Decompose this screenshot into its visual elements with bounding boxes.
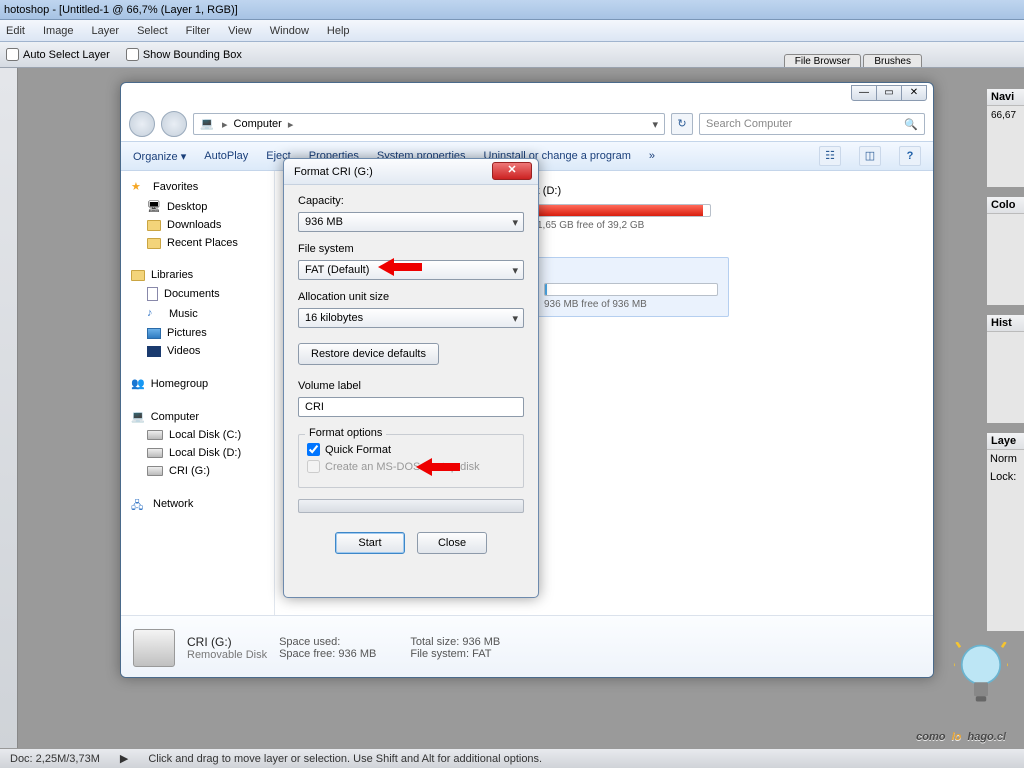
sidebar-downloads[interactable]: Downloads <box>131 216 274 234</box>
folder-icon <box>147 220 161 231</box>
menu-layer[interactable]: Layer <box>92 25 120 37</box>
format-options-title: Format options <box>305 427 386 439</box>
details-name: CRI (G:) <box>187 635 267 649</box>
maximize-button[interactable]: ▭ <box>876 85 902 101</box>
search-input[interactable]: Search Computer 🔍 <box>699 113 925 135</box>
menu-select[interactable]: Select <box>137 25 168 37</box>
close-button[interactable]: Close <box>417 532 487 554</box>
annotation-arrow-filesystem <box>378 258 422 276</box>
sidebar-desktop[interactable]: 🖥Desktop <box>131 197 274 216</box>
volume-label-input[interactable]: CRI <box>298 397 524 417</box>
sidebar-disk-d[interactable]: Local Disk (D:) <box>131 444 274 462</box>
sidebar-libraries[interactable]: Libraries <box>131 266 274 284</box>
preview-pane-button[interactable]: ◫ <box>859 146 881 166</box>
opt-autoselect[interactable]: Auto Select Layer <box>6 48 110 61</box>
close-button[interactable]: ✕ <box>901 85 927 101</box>
status-doc: Doc: 2,25M/3,73M <box>10 753 100 765</box>
format-dialog: Format CRI (G:) ✕ Capacity: 936 MB File … <box>283 158 539 598</box>
music-icon: ♪ <box>147 307 163 321</box>
refresh-button[interactable]: ↻ <box>671 113 693 135</box>
menu-window[interactable]: Window <box>270 25 309 37</box>
menu-help[interactable]: Help <box>327 25 350 37</box>
sidebar-cri-g[interactable]: CRI (G:) <box>131 462 274 480</box>
videos-icon <box>147 346 161 357</box>
menu-view[interactable]: View <box>228 25 252 37</box>
tab-brushes[interactable]: Brushes <box>863 54 922 67</box>
sidebar-recent[interactable]: Recent Places <box>131 234 274 252</box>
sidebar-pictures[interactable]: Pictures <box>131 324 274 342</box>
sidebar-favorites[interactable]: ★Favorites <box>131 177 274 197</box>
quick-format-checkbox[interactable]: Quick Format <box>307 443 515 456</box>
back-button[interactable] <box>129 111 155 137</box>
drive-icon <box>147 466 163 476</box>
photoshop-menubar: Edit Image Layer Select Filter View Wind… <box>0 20 1024 42</box>
drive-g-free: 936 MB free of 936 MB <box>544 299 718 310</box>
autoplay-button[interactable]: AutoPlay <box>204 150 248 162</box>
status-hint: Click and drag to move layer or selectio… <box>148 753 542 765</box>
menu-filter[interactable]: Filter <box>186 25 210 37</box>
opt-bounding[interactable]: Show Bounding Box <box>126 48 242 61</box>
star-icon: ★ <box>131 180 147 194</box>
photoshop-statusbar: Doc: 2,25M/3,73M ▶ Click and drag to mov… <box>0 748 1024 768</box>
view-menu[interactable]: ☷ <box>819 146 841 166</box>
drive-icon <box>147 430 163 440</box>
organize-menu[interactable]: Organize ▾ <box>133 150 186 163</box>
details-drive-icon <box>133 629 175 667</box>
panel-layers[interactable]: Laye <box>987 433 1024 450</box>
tab-file-browser[interactable]: File Browser <box>784 54 862 67</box>
allocation-select[interactable]: 16 kilobytes <box>298 308 524 328</box>
capacity-label: Capacity: <box>298 195 524 207</box>
msdos-checkbox: Create an MS-DOS startup disk <box>307 460 515 473</box>
computer-icon: 💻 <box>131 410 145 423</box>
drive-g-bar <box>544 283 718 296</box>
homegroup-icon: 👥 <box>131 377 145 390</box>
network-icon: 🖧 <box>131 497 147 511</box>
drive-icon <box>147 448 163 458</box>
pictures-icon <box>147 328 161 339</box>
sidebar-documents[interactable]: Documents <box>131 284 274 304</box>
explorer-sidebar: ★Favorites 🖥Desktop Downloads Recent Pla… <box>121 171 275 615</box>
details-type: Removable Disk <box>187 649 267 661</box>
panel-navigator[interactable]: Navi <box>987 89 1024 106</box>
sidebar-videos[interactable]: Videos <box>131 342 274 360</box>
computer-icon: 💻 <box>200 117 216 131</box>
fs-label: File system <box>298 243 524 255</box>
sidebar-network[interactable]: 🖧Network <box>131 494 274 514</box>
libraries-icon <box>131 270 145 281</box>
annotation-arrow-quickformat <box>416 458 460 476</box>
sidebar-homegroup[interactable]: 👥Homegroup <box>131 374 274 393</box>
document-icon <box>147 287 158 301</box>
capacity-select[interactable]: 936 MB <box>298 212 524 232</box>
photoshop-options: Auto Select Layer Show Bounding Box File… <box>0 42 1024 68</box>
search-icon: 🔍 <box>904 118 918 131</box>
menu-image[interactable]: Image <box>43 25 74 37</box>
restore-defaults-button[interactable]: Restore device defaults <box>298 343 439 365</box>
breadcrumb[interactable]: 💻 ▸ Computer ▸ ▾ <box>193 113 665 135</box>
folder-icon <box>147 238 161 249</box>
drive-d-free: 1,65 GB free of 39,2 GB <box>537 220 711 231</box>
menu-edit[interactable]: Edit <box>6 25 25 37</box>
photoshop-panels: Navi66,67 Colo Hist LayeNormLock: <box>986 88 1024 748</box>
details-pane: CRI (G:) Removable Disk Space used: Spac… <box>121 615 933 678</box>
volume-label-label: Volume label <box>298 380 524 392</box>
photoshop-canvas-edge <box>0 68 18 748</box>
format-titlebar[interactable]: Format CRI (G:) ✕ <box>284 159 538 185</box>
toolbar-overflow[interactable]: » <box>649 150 655 162</box>
panel-color[interactable]: Colo <box>987 197 1024 214</box>
start-button[interactable]: Start <box>335 532 405 554</box>
help-button[interactable]: ? <box>899 146 921 166</box>
sidebar-disk-c[interactable]: Local Disk (C:) <box>131 426 274 444</box>
sidebar-computer[interactable]: 💻Computer <box>131 407 274 426</box>
breadcrumb-computer[interactable]: Computer <box>234 118 282 130</box>
desktop-icon: 🖥 <box>147 200 161 213</box>
sidebar-music[interactable]: ♪Music <box>131 304 274 324</box>
minimize-button[interactable]: — <box>851 85 877 101</box>
format-progress <box>298 499 524 513</box>
panel-history[interactable]: Hist <box>987 315 1024 332</box>
format-close-button[interactable]: ✕ <box>492 162 532 180</box>
forward-button[interactable] <box>161 111 187 137</box>
alloc-label: Allocation unit size <box>298 291 524 303</box>
photoshop-titlebar: hotoshop - [Untitled-1 @ 66,7% (Layer 1,… <box>0 0 1024 20</box>
drive-d-bar <box>537 204 711 217</box>
